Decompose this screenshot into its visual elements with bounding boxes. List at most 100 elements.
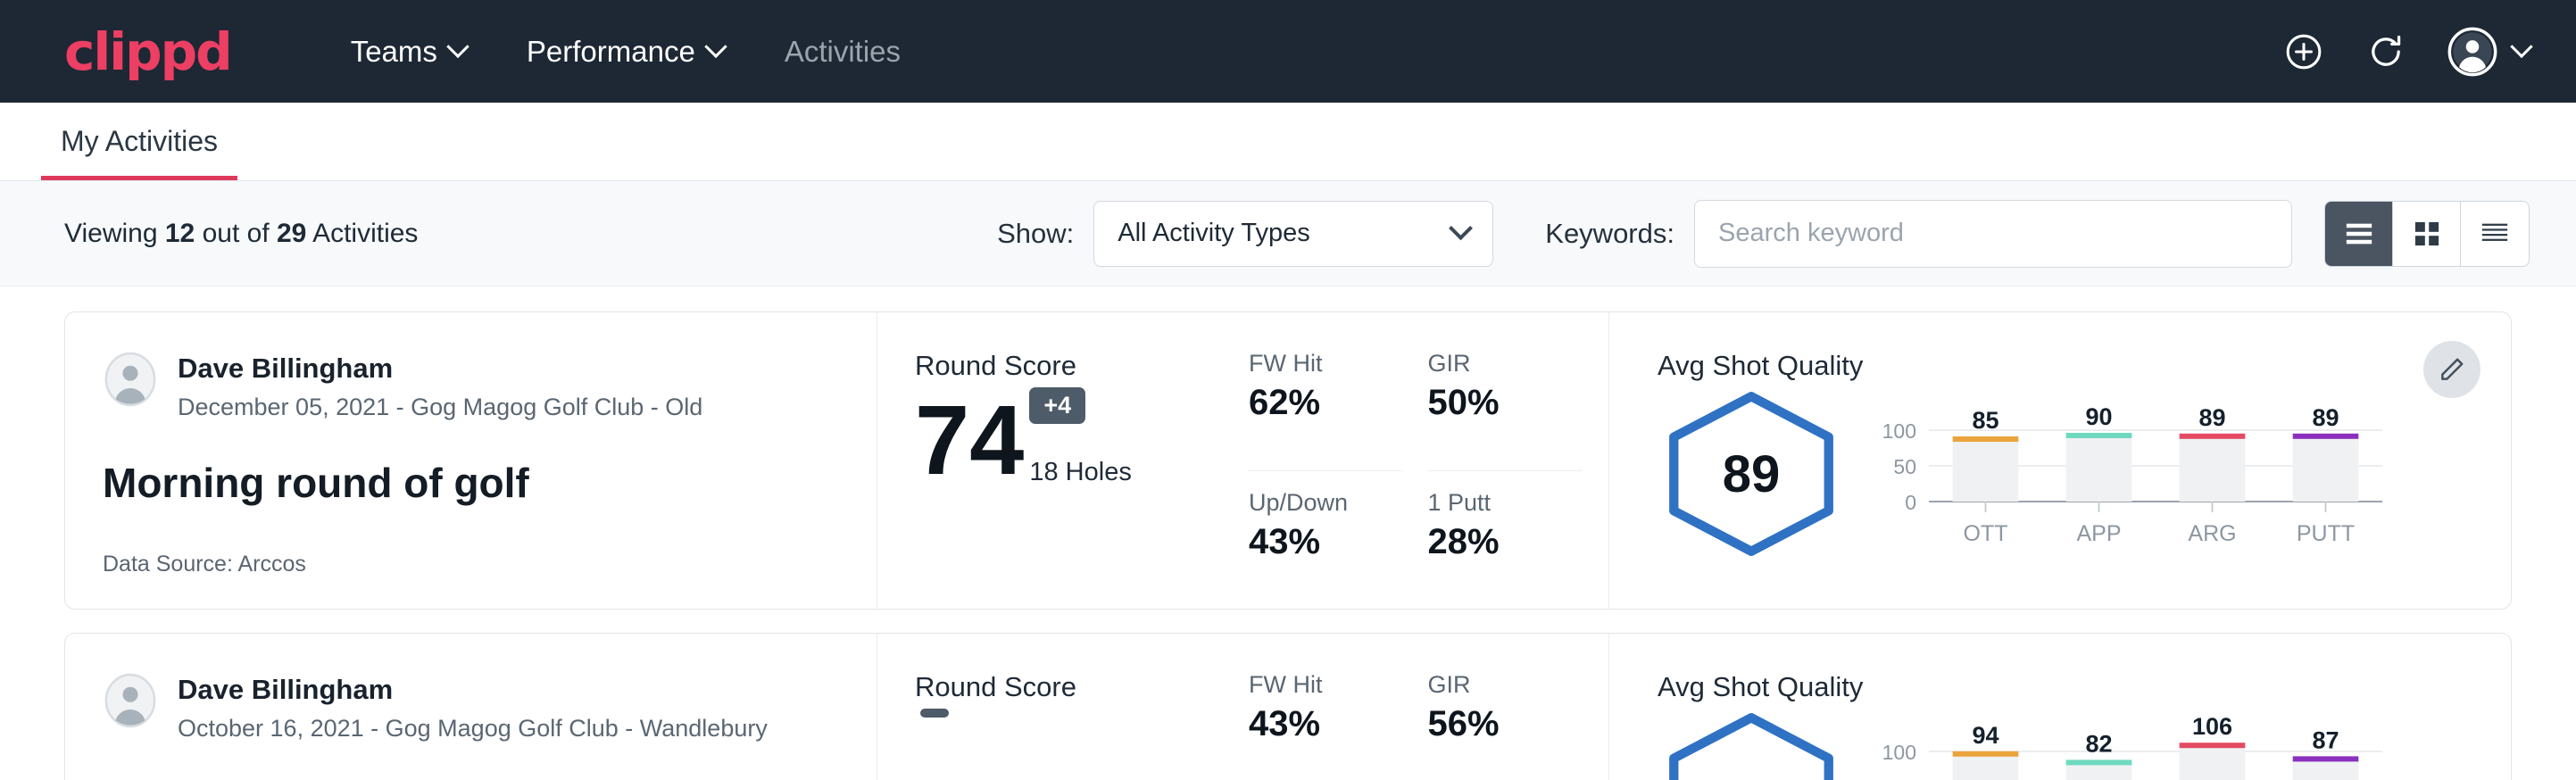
x-tick-label: PUTT [2297, 521, 2355, 546]
stat-label: FW Hit [1249, 671, 1403, 699]
edit-activity-button[interactable] [2423, 341, 2480, 398]
stat-value: 50% [1428, 383, 1583, 423]
bar-value-label: 89 [2198, 404, 2225, 431]
search-box[interactable] [1694, 200, 2292, 268]
chevron-down-icon [2510, 35, 2532, 57]
x-tick-label: ARG [2188, 521, 2236, 546]
navbar-actions [2283, 27, 2530, 77]
bar-cap [2293, 756, 2359, 761]
bar-cap [2180, 434, 2246, 439]
y-tick-label: 100 [1882, 741, 1916, 764]
pencil-icon [2438, 355, 2466, 384]
activity-title: Morning round of golf [103, 459, 841, 507]
y-tick-label: 50 [1893, 455, 1916, 478]
stat-fw-hit: FW Hit 43% [1249, 671, 1403, 780]
compact-view-button[interactable] [2461, 202, 2529, 266]
nav-item-performance[interactable]: Performance [496, 26, 754, 78]
tab-my-activities[interactable]: My Activities [41, 125, 237, 180]
stat-gir: GIR 56% [1428, 671, 1583, 780]
bar [1953, 756, 2019, 780]
refresh-icon[interactable] [2365, 31, 2406, 72]
avg-shot-quality-label: Avg Shot Quality [1658, 671, 2404, 703]
score-to-par-badge: +4 [1029, 387, 1085, 424]
card-info-column: Dave Billingham December 05, 2021 - Gog … [65, 312, 877, 609]
activity-card[interactable]: Dave Billingham December 05, 2021 - Gog … [64, 311, 2512, 610]
tab-label: My Activities [61, 125, 218, 157]
avg-shot-quality-label: Avg Shot Quality [1658, 350, 2404, 382]
stats-column: FW Hit 62% GIR 50% Up/Down 43% 1 Putt 28… [1234, 312, 1609, 609]
list-view-button[interactable] [2325, 202, 2393, 266]
nav-item-teams[interactable]: Teams [320, 26, 496, 78]
plus-circle-icon[interactable] [2283, 31, 2324, 72]
shot-quality-value [1658, 710, 1845, 780]
tab-strip: My Activities [0, 103, 2576, 181]
x-tick-label: APP [2076, 521, 2121, 546]
grid-view-button[interactable] [2393, 202, 2461, 266]
bar [1953, 441, 2019, 502]
bar-value-label: 106 [2192, 713, 2232, 740]
bar-cap [1953, 436, 2019, 442]
stat-value: 62% [1249, 383, 1403, 423]
nav-item-label: Teams [351, 35, 437, 69]
shot-quality-hexagon: 89 [1658, 389, 1845, 559]
filter-bar: Viewing 12 out of 29 Activities Show: Al… [0, 181, 2576, 286]
shot-quality-hexagon [1658, 710, 1845, 780]
viewing-middle: out of [203, 219, 270, 248]
stat-up-down: Up/Down 43% [1249, 489, 1403, 610]
bar-cap [2066, 759, 2132, 765]
stat-label: Up/Down [1249, 489, 1403, 517]
bar-value-label: 90 [2085, 403, 2112, 430]
activity-type-value: All Activity Types [1118, 219, 1309, 248]
avg-shot-quality-column: Avg Shot Quality 89 05010085OTT90APP89AR… [1609, 312, 2511, 609]
stat-label: FW Hit [1249, 350, 1403, 378]
stat-label: GIR [1428, 350, 1583, 378]
person-subtitle: October 16, 2021 - Gog Magog Golf Club -… [178, 715, 768, 743]
avatar-icon [2447, 27, 2497, 77]
view-mode-toggle [2324, 201, 2530, 267]
bar [2293, 760, 2359, 780]
shot-quality-value: 89 [1658, 389, 1845, 559]
bar [2180, 438, 2246, 502]
round-score-label: Round Score [915, 671, 1234, 703]
bar [2293, 438, 2359, 502]
person-name: Dave Billingham [178, 673, 768, 708]
viewing-prefix: Viewing [64, 219, 158, 248]
bar [2180, 747, 2246, 780]
activity-card[interactable]: Dave Billingham October 16, 2021 - Gog M… [64, 633, 2512, 780]
main-nav: Teams Performance Activities [320, 26, 931, 78]
bar-value-label: 82 [2085, 730, 2112, 757]
stat-one-putt: 1 Putt 28% [1428, 489, 1583, 610]
nav-item-activities[interactable]: Activities [754, 26, 931, 78]
round-score-column: Round Score [877, 634, 1234, 780]
user-menu[interactable] [2447, 27, 2530, 77]
bar-cap [2066, 433, 2132, 438]
activity-cards: Dave Billingham December 05, 2021 - Gog … [0, 286, 2576, 780]
viewing-summary: Viewing 12 out of 29 Activities [64, 219, 418, 249]
clippd-logo[interactable]: clippd [64, 21, 231, 82]
filter-controls: Show: All Activity Types Keywords: [997, 200, 2530, 268]
avatar [103, 673, 158, 728]
viewing-total: 29 [277, 219, 306, 248]
stat-label: GIR [1428, 671, 1583, 699]
stat-value: 28% [1428, 522, 1583, 562]
stats-column: FW Hit 43% GIR 56% [1234, 634, 1609, 780]
bar-cap [1953, 751, 2019, 757]
holes-label: 18 Holes [1029, 458, 1131, 487]
stat-label: 1 Putt [1428, 489, 1583, 517]
x-tick-label: OTT [1964, 521, 2008, 546]
viewing-suffix: Activities [312, 219, 418, 248]
card-info-column: Dave Billingham October 16, 2021 - Gog M… [65, 634, 877, 780]
round-score-row [915, 709, 1234, 780]
data-source-label: Data Source: Arccos [103, 552, 841, 577]
show-label: Show: [997, 218, 1074, 250]
y-tick-label: 100 [1882, 419, 1916, 443]
bar-cap [2180, 743, 2246, 748]
bar-value-label: 85 [1972, 407, 1998, 434]
search-input[interactable] [1718, 219, 2268, 248]
list-view-icon [2344, 220, 2374, 247]
round-score-label: Round Score [915, 350, 1234, 382]
top-navbar: clippd Teams Performance Activities [0, 0, 2576, 103]
activity-type-select[interactable]: All Activity Types [1093, 201, 1493, 267]
compact-view-icon [2480, 220, 2510, 247]
bar-cap [2293, 434, 2359, 439]
